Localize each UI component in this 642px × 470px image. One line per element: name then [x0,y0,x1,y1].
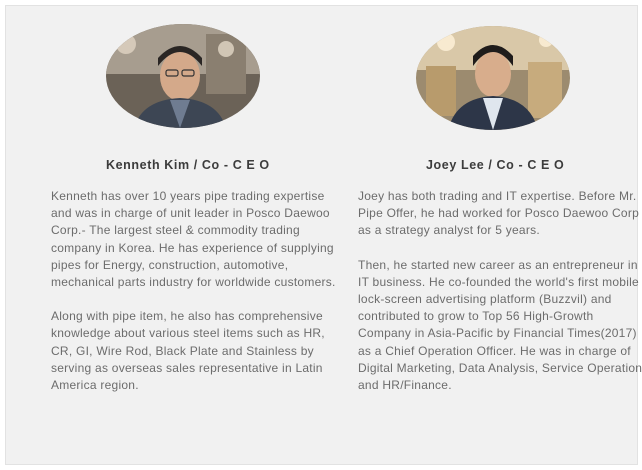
team-panel: Kenneth Kim / Co - C E O Kenneth has ove… [5,5,642,465]
person-bio: Kenneth has over 10 years pipe trading e… [51,188,336,411]
bio-paragraph: Then, he started new career as an entrep… [358,257,642,393]
bio-paragraph: Joey has both trading and IT expertise. … [358,189,640,238]
person-role: Co - C E O [496,158,565,172]
portrait-photo [106,24,260,128]
person-role: Co - C E O [201,158,270,172]
bio-paragraph: Along with pipe item, he also has compre… [51,309,325,393]
person-name: Joey Lee [426,158,485,172]
person-name-role: Joey Lee / Co - C E O [356,158,636,172]
person-bio: Joey has both trading and IT expertise. … [358,188,642,411]
person-name: Kenneth Kim [106,158,190,172]
bio-paragraph: Kenneth has over 10 years pipe trading e… [51,189,336,290]
name-separator: / [193,158,198,172]
name-separator: / [488,158,493,172]
portrait-photo [416,26,570,130]
person-name-role: Kenneth Kim / Co - C E O [51,158,331,172]
